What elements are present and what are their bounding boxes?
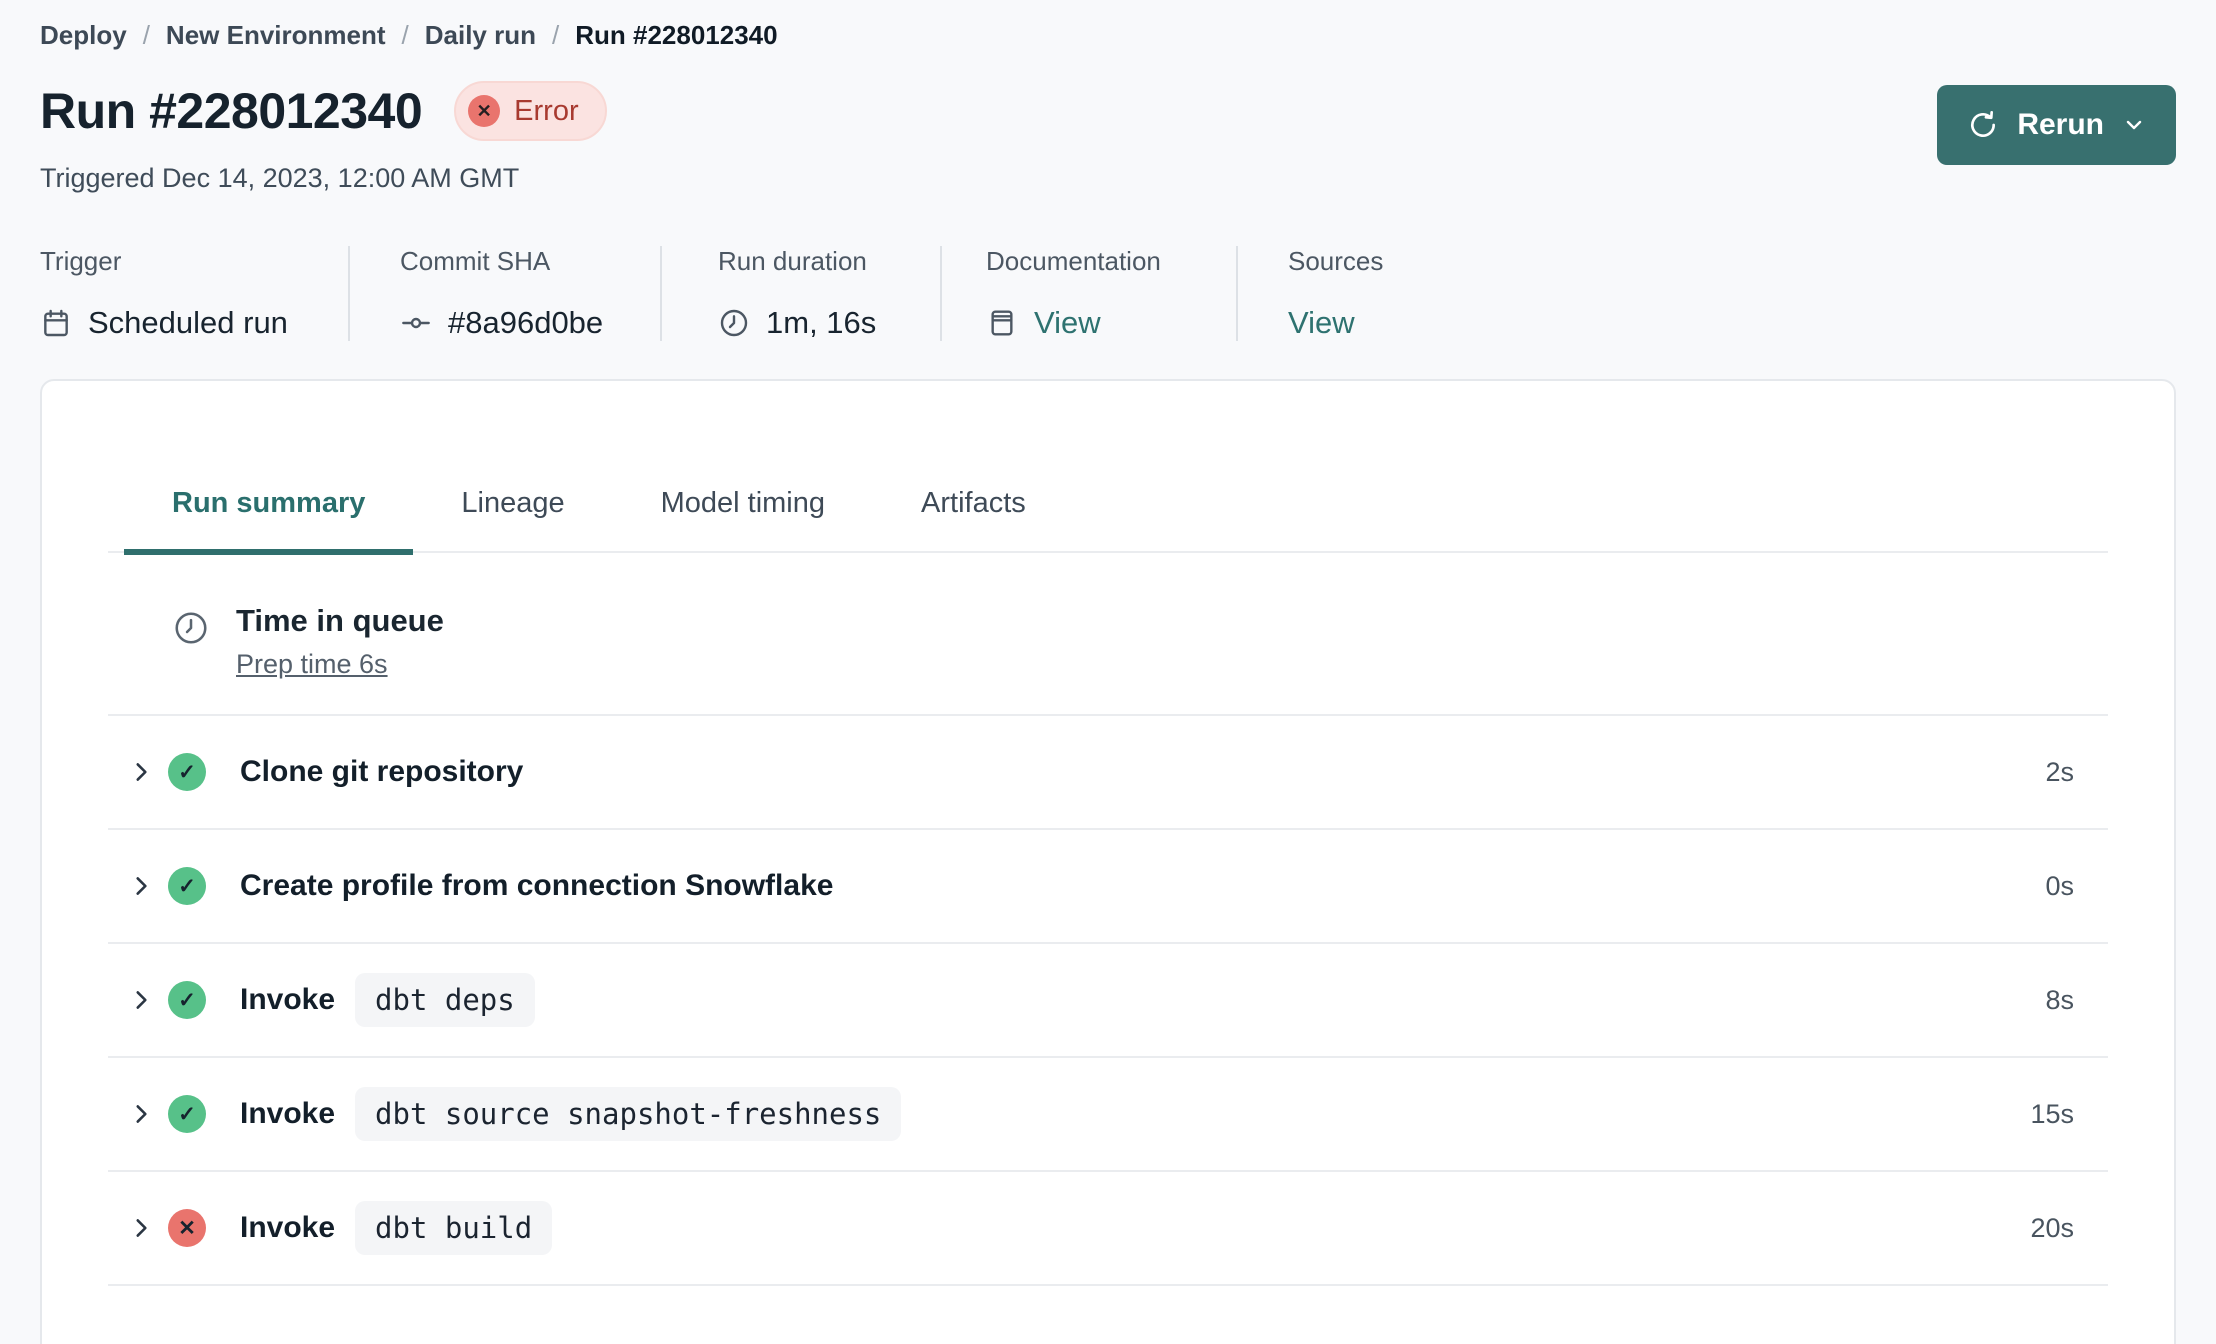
step-duration: 2s bbox=[2045, 756, 2074, 787]
step-label: Invoke bbox=[240, 1211, 336, 1244]
commit-sha-value: #8a96d0be bbox=[448, 305, 604, 340]
run-duration-value: 1m, 16s bbox=[766, 305, 877, 340]
queue-title: Time in queue bbox=[236, 603, 444, 638]
success-check-icon bbox=[168, 981, 206, 1019]
success-check-icon bbox=[168, 867, 206, 905]
commit-icon bbox=[400, 307, 432, 339]
run-summary-card: Run summary Lineage Model timing Artifac… bbox=[40, 379, 2176, 1344]
step-label: Invoke bbox=[240, 1097, 336, 1130]
breadcrumb-item-deploy[interactable]: Deploy bbox=[40, 20, 127, 51]
breadcrumb-separator: / bbox=[401, 20, 409, 50]
meta-label: Run duration bbox=[718, 246, 867, 276]
step-row-dbt-source-freshness: Invoke dbt source snapshot-freshness 15s bbox=[108, 1058, 2108, 1172]
refresh-icon bbox=[1967, 109, 1999, 141]
run-detail-page: Deploy / New Environment / Daily run / R… bbox=[0, 0, 2216, 1344]
error-x-icon: ✕ bbox=[468, 95, 501, 127]
chevron-right-icon[interactable] bbox=[128, 873, 154, 899]
chevron-right-icon[interactable] bbox=[128, 759, 154, 785]
meta-documentation: Documentation View bbox=[942, 246, 1238, 341]
step-label: Invoke bbox=[240, 983, 336, 1016]
run-meta-row: Trigger Scheduled run Commit SHA #8a96d0… bbox=[40, 246, 2176, 341]
meta-label: Commit SHA bbox=[400, 246, 551, 276]
tab-model-timing[interactable]: Model timing bbox=[613, 485, 873, 555]
sources-view-link[interactable]: View bbox=[1288, 305, 1355, 341]
triggered-timestamp: Triggered Dec 14, 2023, 12:00 AM GMT bbox=[40, 163, 520, 193]
step-row-clone-git: Clone git repository 2s bbox=[108, 716, 2108, 830]
chevron-right-icon[interactable] bbox=[128, 1101, 154, 1127]
step-label: Create profile from connection Snowflake bbox=[240, 869, 834, 902]
breadcrumb: Deploy / New Environment / Daily run / R… bbox=[40, 20, 2176, 51]
step-row-create-profile: Create profile from connection Snowflake… bbox=[108, 830, 2108, 944]
meta-commit-sha: Commit SHA #8a96d0be bbox=[350, 246, 662, 341]
tab-bar: Run summary Lineage Model timing Artifac… bbox=[108, 485, 2108, 555]
time-in-queue-section: Time in queue Prep time 6s bbox=[108, 553, 2108, 716]
meta-label: Sources bbox=[1288, 246, 1384, 276]
meta-trigger: Trigger Scheduled run bbox=[40, 246, 350, 341]
meta-label: Trigger bbox=[40, 246, 122, 276]
success-check-icon bbox=[168, 1095, 206, 1133]
breadcrumb-item-environment[interactable]: New Environment bbox=[166, 20, 386, 51]
step-row-dbt-deps: Invoke dbt deps 8s bbox=[108, 944, 2108, 1058]
success-check-icon bbox=[168, 753, 206, 791]
page-title: Run #228012340 bbox=[40, 83, 423, 139]
breadcrumb-item-run-current: Run #228012340 bbox=[575, 20, 778, 50]
command-chip: dbt build bbox=[355, 1201, 553, 1255]
clock-icon bbox=[172, 609, 210, 647]
tab-artifacts[interactable]: Artifacts bbox=[873, 485, 1074, 555]
step-duration: 0s bbox=[2045, 870, 2074, 901]
command-chip: dbt source snapshot-freshness bbox=[355, 1087, 902, 1141]
command-chip: dbt deps bbox=[355, 973, 535, 1027]
page-header: Run #228012340 ✕ Error Triggered Dec 14,… bbox=[40, 81, 2176, 194]
step-duration: 20s bbox=[2030, 1212, 2074, 1243]
step-duration: 8s bbox=[2045, 984, 2074, 1015]
status-badge-label: Error bbox=[514, 94, 579, 127]
meta-sources: Sources View bbox=[1238, 246, 1443, 341]
step-duration: 15s bbox=[2030, 1098, 2074, 1129]
run-status-badge: ✕ Error bbox=[454, 81, 607, 141]
trigger-value: Scheduled run bbox=[88, 305, 288, 340]
chevron-right-icon[interactable] bbox=[128, 1215, 154, 1241]
breadcrumb-separator: / bbox=[552, 20, 560, 50]
error-x-icon bbox=[168, 1209, 206, 1247]
title-block: Run #228012340 ✕ Error Triggered Dec 14,… bbox=[40, 81, 607, 194]
breadcrumb-separator: / bbox=[142, 20, 150, 50]
rerun-button-label: Rerun bbox=[2017, 108, 2104, 141]
document-icon bbox=[986, 307, 1018, 339]
rerun-button[interactable]: Rerun bbox=[1937, 85, 2176, 165]
prep-time-link[interactable]: Prep time 6s bbox=[236, 649, 388, 680]
calendar-icon bbox=[40, 307, 72, 339]
clock-icon bbox=[718, 307, 750, 339]
tab-lineage[interactable]: Lineage bbox=[413, 485, 612, 555]
step-label: Clone git repository bbox=[240, 755, 524, 788]
step-row-dbt-build: Invoke dbt build 20s bbox=[108, 1172, 2108, 1286]
breadcrumb-item-job[interactable]: Daily run bbox=[425, 20, 536, 51]
meta-label: Documentation bbox=[986, 246, 1161, 276]
tab-run-summary[interactable]: Run summary bbox=[124, 485, 414, 555]
chevron-right-icon[interactable] bbox=[128, 987, 154, 1013]
chevron-down-icon bbox=[2122, 113, 2146, 137]
documentation-view-link[interactable]: View bbox=[1034, 305, 1101, 341]
meta-run-duration: Run duration 1m, 16s bbox=[662, 246, 942, 341]
